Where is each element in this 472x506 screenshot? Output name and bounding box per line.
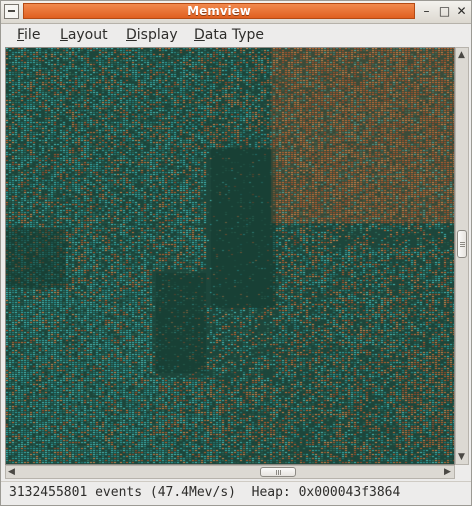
- memory-view-canvas[interactable]: [5, 47, 455, 465]
- vertical-scroll-thumb[interactable]: [457, 230, 467, 258]
- menu-display-label: isplay: [136, 27, 178, 43]
- app-window: Memview – □ ✕ File Layout Display Data T…: [0, 0, 472, 506]
- scroll-left-arrow-icon[interactable]: ◀: [8, 467, 15, 477]
- menu-data-type[interactable]: Data Type: [192, 26, 266, 44]
- vertical-scrollbar[interactable]: ▲ ▼: [455, 47, 469, 465]
- window-title: Memview: [23, 3, 415, 19]
- horizontal-scroll-thumb[interactable]: [260, 467, 296, 477]
- menu-file-label: ile: [24, 27, 41, 43]
- menu-data-type-label: ata Type: [204, 27, 265, 43]
- close-icon[interactable]: ✕: [454, 4, 469, 19]
- menu-display-mnemonic: D: [126, 27, 137, 43]
- menu-layout-mnemonic: L: [60, 27, 68, 43]
- window-menu-icon[interactable]: [4, 4, 19, 19]
- maximize-icon[interactable]: □: [437, 4, 452, 19]
- menu-bar: File Layout Display Data Type: [1, 24, 471, 46]
- title-bar[interactable]: Memview – □ ✕: [1, 1, 471, 24]
- status-bar: 3132455801 events (47.4Mev/s) Heap: 0x00…: [1, 481, 471, 505]
- memory-map-image[interactable]: [6, 48, 454, 464]
- minimize-icon[interactable]: –: [419, 4, 434, 19]
- menu-display[interactable]: Display: [124, 26, 180, 44]
- menu-file[interactable]: File: [15, 26, 42, 44]
- menu-layout[interactable]: Layout: [58, 26, 110, 44]
- horizontal-scrollbar[interactable]: ◀ ▶: [5, 465, 455, 479]
- scroll-right-arrow-icon[interactable]: ▶: [444, 467, 451, 477]
- menu-file-mnemonic: F: [17, 27, 25, 43]
- menu-data-type-mnemonic: D: [194, 27, 205, 43]
- scroll-down-arrow-icon[interactable]: ▼: [458, 452, 465, 462]
- scroll-up-arrow-icon[interactable]: ▲: [458, 50, 465, 60]
- menu-layout-label: ayout: [67, 27, 108, 43]
